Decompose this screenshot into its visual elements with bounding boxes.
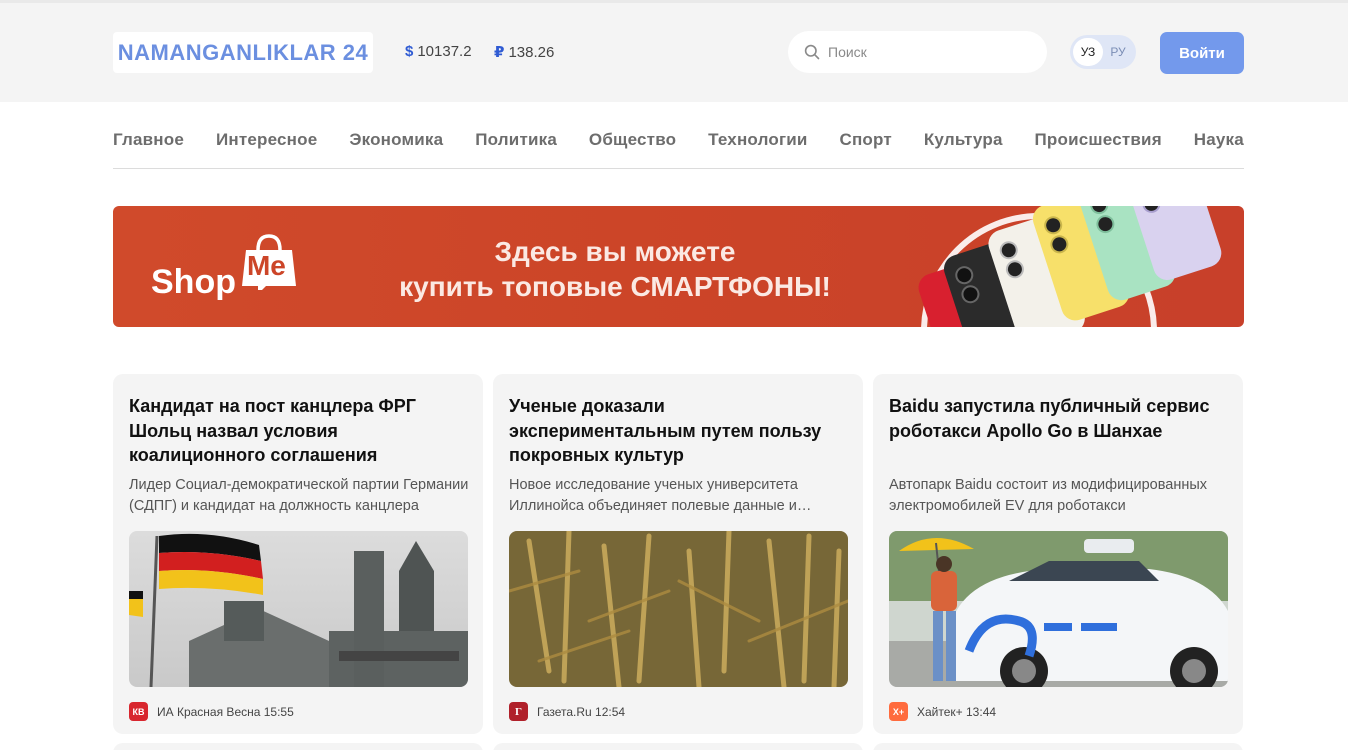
nav-item-society[interactable]: Общество (589, 130, 676, 150)
article-source: КВ ИА Красная Весна 15:55 (129, 702, 294, 721)
shopme-logo-shop: Shop (151, 263, 236, 301)
article-card[interactable]: Кандидат на пост канцлера ФРГ Шольц назв… (113, 374, 483, 734)
source-logo-icon: КВ (129, 702, 148, 721)
site-logo[interactable]: NAMANGANLIKLAR 24 (113, 32, 373, 73)
source-logo-icon: Х+ (889, 702, 908, 721)
banner-headline: Здесь вы можете купить топовые СМАРТФОНЫ… (375, 234, 855, 304)
article-card-peek (493, 743, 863, 750)
dollar-icon: $ (405, 43, 414, 60)
rub-rate: ₽ 138.26 (494, 43, 555, 62)
article-image[interactable] (129, 531, 468, 687)
site-header: NAMANGANLIKLAR 24 $ 10137.2 ₽ 138.26 УЗ … (0, 3, 1348, 102)
lang-option-uz[interactable]: УЗ (1073, 38, 1103, 66)
search-icon (804, 44, 820, 60)
article-card[interactable]: Baidu запустила публичный сервис роботак… (873, 374, 1243, 734)
nav-item-economy[interactable]: Экономика (349, 130, 443, 150)
article-card-peek (113, 743, 483, 750)
nav-item-politics[interactable]: Политика (475, 130, 557, 150)
ruble-icon: ₽ (494, 44, 505, 61)
article-source: Х+ Хайтек+ 13:44 (889, 702, 996, 721)
article-image[interactable] (509, 531, 848, 687)
shopping-bag-icon: Me (238, 234, 300, 302)
article-card[interactable]: Ученые доказали экспериментальным путем … (493, 374, 863, 734)
article-summary: Лидер Социал-демократической партии Герм… (129, 477, 469, 514)
shopme-logo: Shop Me (151, 234, 300, 302)
article-source-text: ИА Красная Весна 15:55 (157, 704, 294, 719)
smartphones-image (918, 206, 1222, 327)
banner-line-2: купить топовые СМАРТФОНЫ! (399, 271, 831, 302)
nav-item-sport[interactable]: Спорт (839, 130, 891, 150)
source-logo-icon: Г (509, 702, 528, 721)
banner-line-1: Здесь вы можете (494, 236, 736, 267)
category-nav: Главное Интересное Экономика Политика Об… (113, 120, 1244, 169)
lang-option-ru[interactable]: РУ (1103, 38, 1133, 66)
login-button[interactable]: Войти (1160, 32, 1244, 74)
usd-rate-value: 10137.2 (417, 43, 472, 60)
article-title[interactable]: Ученые доказали экспериментальным путем … (509, 394, 849, 468)
article-title[interactable]: Кандидат на пост канцлера ФРГ Шольц назв… (129, 394, 469, 468)
nav-item-main[interactable]: Главное (113, 130, 184, 150)
article-source-text: Газета.Ru 12:54 (537, 704, 626, 719)
article-card-peek (873, 743, 1243, 750)
nav-item-incidents[interactable]: Происшествия (1035, 130, 1162, 150)
article-source: Г Газета.Ru 12:54 (509, 702, 625, 721)
article-summary: Новое исследование ученых университета И… (509, 477, 798, 514)
article-image[interactable] (889, 531, 1228, 687)
article-source-text: Хайтек+ 13:44 (917, 704, 997, 719)
site-logo-text: NAMANGANLIKLAR 24 (117, 39, 369, 65)
article-title[interactable]: Baidu запустила публичный сервис роботак… (889, 394, 1229, 443)
nav-item-culture[interactable]: Культура (924, 130, 1003, 150)
nav-item-science[interactable]: Наука (1194, 130, 1244, 150)
nav-item-technology[interactable]: Технологии (708, 130, 807, 150)
rub-rate-value: 138.26 (508, 43, 555, 61)
shopme-logo-me: Me (246, 250, 286, 281)
nav-item-interesting[interactable]: Интересное (216, 130, 317, 150)
usd-rate: $ 10137.2 (405, 43, 472, 60)
search-box[interactable] (788, 31, 1047, 73)
ad-banner[interactable]: Shop Me Здесь вы можете купить топовые С… (113, 206, 1244, 327)
language-switch[interactable]: УЗ РУ (1070, 35, 1136, 69)
search-input[interactable] (828, 44, 1028, 60)
article-summary: Автопарк Baidu состоит из модифицированн… (889, 477, 1208, 514)
